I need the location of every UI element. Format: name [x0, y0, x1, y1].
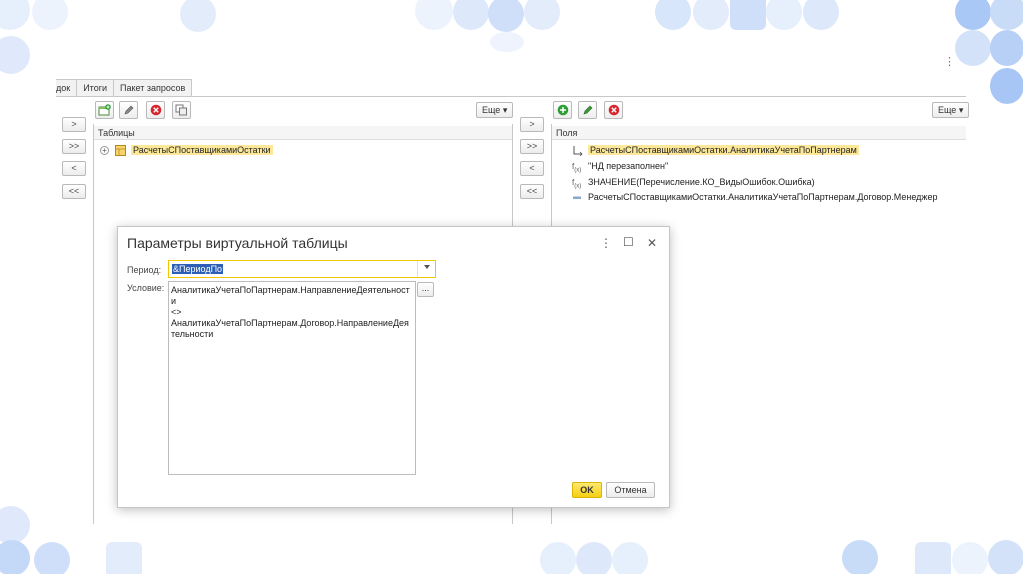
- decor-bubble: [415, 0, 453, 30]
- field-name: "НД перезаполнен": [588, 161, 669, 171]
- decor-bubble: [988, 540, 1023, 574]
- chevron-down-icon[interactable]: [424, 265, 430, 269]
- decor-bubble: [576, 542, 612, 574]
- right-more-button[interactable]: Еще ▾: [932, 102, 970, 118]
- field-move-right-button[interactable]: >: [520, 117, 544, 132]
- table-name: РасчетыСПоставщикамиОстатки: [131, 145, 273, 155]
- decor-bubble: [730, 0, 766, 30]
- ok-button[interactable]: OK: [572, 482, 602, 498]
- pencil-icon: [583, 105, 592, 115]
- virtual-table-params-dialog: Параметры виртуальной таблицы ⋮ ☐ ✕ Пери…: [117, 226, 670, 508]
- delete-icon: [608, 104, 619, 116]
- decor-bubble: [488, 0, 524, 32]
- decor-bubble: [490, 32, 524, 52]
- window-menu-icon[interactable]: ⋮: [944, 55, 955, 68]
- dialog-title: Параметры виртуальной таблицы: [127, 235, 348, 251]
- expression-icon: f(x): [572, 161, 582, 174]
- decor-bubble: [990, 30, 1023, 66]
- decor-bubble: [612, 542, 648, 574]
- decor-bubble: [990, 68, 1023, 104]
- decor-bubble: [990, 0, 1023, 30]
- decor-bubble: [540, 542, 576, 574]
- expand-icon[interactable]: +: [100, 145, 109, 155]
- tab-totals[interactable]: Итоги: [76, 79, 115, 97]
- decor-bubble: [693, 0, 729, 30]
- decor-bubble: [32, 0, 68, 30]
- table-row[interactable]: + РасчетыСПоставщикамиОстатки: [100, 143, 273, 157]
- condition-label: Условие:: [127, 283, 165, 293]
- tab-divider: [56, 96, 966, 97]
- copy-table-button[interactable]: [172, 101, 191, 119]
- cancel-button[interactable]: Отмена: [606, 482, 655, 498]
- dialog-close-icon[interactable]: ✕: [647, 236, 657, 250]
- tab-query-batch[interactable]: Пакет запросов: [113, 79, 193, 97]
- move-all-right-button[interactable]: >>: [62, 139, 86, 154]
- delete-field-button[interactable]: [604, 101, 623, 119]
- decor-bubble: [0, 0, 30, 30]
- table-icon: [115, 144, 126, 156]
- attribute-icon: [572, 192, 583, 203]
- decor-bubble: [655, 0, 691, 30]
- decor-bubble: [0, 540, 30, 574]
- dialog-maximize-icon[interactable]: ☐: [623, 235, 634, 249]
- field-name: РасчетыСПоставщикамиОстатки.АналитикаУче…: [588, 145, 859, 155]
- dropdown-separator: [417, 261, 418, 277]
- period-value: &ПериодПо: [172, 264, 224, 274]
- decor-bubble: [453, 0, 489, 30]
- decor-bubble: [0, 506, 30, 544]
- decor-bubble: [766, 0, 802, 30]
- decor-bubble: [952, 542, 988, 574]
- decor-bubble: [180, 0, 216, 32]
- decor-bubble: [34, 542, 70, 574]
- tab-order[interactable]: док: [56, 79, 78, 97]
- plus-icon: [557, 104, 568, 116]
- edit-field-button[interactable]: [578, 101, 597, 119]
- field-move-all-right-button[interactable]: >>: [520, 139, 544, 154]
- decor-bubble: [955, 0, 991, 30]
- decor-bubble: [524, 0, 560, 30]
- delete-icon: [150, 104, 161, 116]
- dimension-icon: [572, 145, 583, 156]
- pane-border: [93, 124, 94, 524]
- edit-table-button[interactable]: [119, 101, 138, 119]
- field-name: РасчетыСПоставщикамиОстатки.АналитикаУче…: [588, 192, 938, 202]
- delete-table-button[interactable]: [146, 101, 165, 119]
- field-row[interactable]: f(x) ЗНАЧЕНИЕ(Перечисление.КО_ВидыОшибок…: [572, 175, 815, 189]
- field-move-all-left-button[interactable]: <<: [520, 184, 544, 199]
- field-move-left-button[interactable]: <: [520, 161, 544, 176]
- decor-bubble: [842, 540, 878, 574]
- period-input[interactable]: &ПериодПо: [168, 260, 436, 278]
- add-field-button[interactable]: [553, 101, 572, 119]
- add-table-button[interactable]: [95, 101, 114, 119]
- copy-icon: [175, 104, 187, 116]
- condition-textarea[interactable]: АналитикаУчетаПоПартнерам.НаправлениеДея…: [168, 281, 416, 475]
- decor-bubble: [915, 542, 951, 574]
- tables-header: Таблицы: [94, 126, 512, 140]
- query-tabs: док Итоги Пакет запросов: [56, 79, 193, 97]
- period-label: Период:: [127, 265, 162, 275]
- field-row[interactable]: РасчетыСПоставщикамиОстатки.АналитикаУче…: [572, 143, 859, 157]
- condition-select-button[interactable]: ...: [417, 282, 434, 297]
- move-left-button[interactable]: <: [62, 161, 86, 176]
- decor-bubble: [106, 542, 142, 574]
- decor-bubble: [0, 36, 30, 74]
- decor-bubble: [803, 0, 839, 30]
- expression-icon: f(x): [572, 177, 582, 190]
- fields-header: Поля: [552, 126, 966, 140]
- dialog-menu-icon[interactable]: ⋮: [600, 236, 612, 250]
- field-row[interactable]: РасчетыСПоставщикамиОстатки.АналитикаУче…: [572, 190, 937, 204]
- pencil-icon: [124, 105, 133, 115]
- field-row[interactable]: f(x) "НД перезаполнен": [572, 159, 668, 173]
- add-table-icon: [98, 104, 111, 116]
- field-name: ЗНАЧЕНИЕ(Перечисление.КО_ВидыОшибок.Ошиб…: [588, 177, 815, 187]
- move-all-left-button[interactable]: <<: [62, 184, 86, 199]
- move-right-button[interactable]: >: [62, 117, 86, 132]
- decor-bubble: [955, 30, 991, 66]
- left-more-button[interactable]: Еще ▾: [476, 102, 514, 118]
